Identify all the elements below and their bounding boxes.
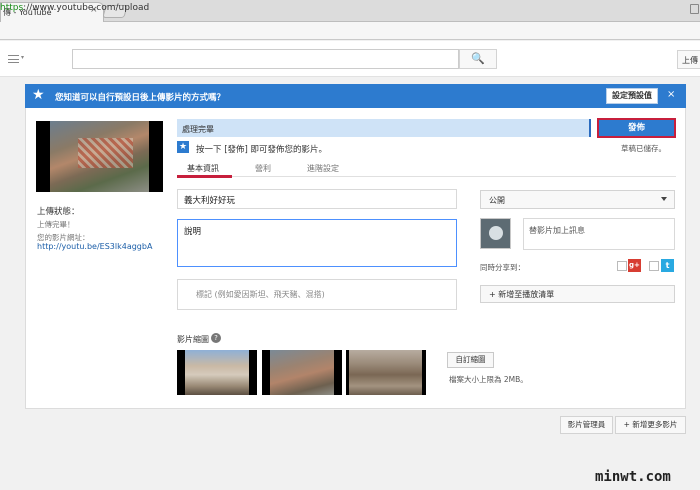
custom-thumbnail-button[interactable]: 自訂縮圖 bbox=[447, 352, 494, 368]
avatar-image bbox=[489, 226, 503, 240]
chevron-down-icon[interactable]: ▾ bbox=[21, 54, 24, 61]
search-input[interactable] bbox=[72, 49, 459, 69]
thumbnails-label: 影片縮圖 bbox=[177, 335, 209, 344]
upload-status-value: 上傳完畢！ bbox=[37, 220, 75, 229]
close-icon[interactable]: × bbox=[667, 89, 675, 100]
video-manager-button[interactable]: 影片管理員 bbox=[560, 416, 613, 434]
tip-banner: ★ 您知道可以自行預設日後上傳影片的方式嗎？ 設定預設值 × bbox=[25, 84, 686, 108]
star-icon: ★ bbox=[32, 87, 45, 103]
set-defaults-button[interactable]: 設定預設值 bbox=[606, 88, 658, 104]
google-plus-icon: g+ bbox=[628, 259, 641, 272]
search-icon: 🔍 bbox=[471, 52, 485, 65]
tags-field[interactable]: 標記 (例如愛因斯坦、飛天豬、混搭) bbox=[177, 279, 457, 310]
processing-bar bbox=[177, 119, 591, 137]
add-more-videos-button[interactable]: + 新增更多影片 bbox=[615, 416, 686, 434]
tab-advanced-settings[interactable]: 進階設定 bbox=[307, 163, 339, 174]
tab-basic-info[interactable]: 基本資訊 bbox=[187, 163, 219, 174]
max-file-size-note: 檔案大小上限為 2MB。 bbox=[449, 375, 528, 384]
active-tab-indicator bbox=[177, 175, 232, 178]
share-twitter-checkbox[interactable] bbox=[649, 261, 659, 271]
description-field[interactable]: 說明 bbox=[177, 219, 457, 267]
address-bar[interactable] bbox=[0, 22, 700, 40]
hamburger-menu-icon[interactable] bbox=[8, 55, 19, 63]
tip-banner-text: 您知道可以自行預設日後上傳影片的方式嗎？ bbox=[55, 93, 226, 103]
twitter-icon: t bbox=[661, 259, 674, 272]
share-message-field[interactable]: 替影片加上訊息 bbox=[523, 218, 675, 250]
thumbnail-image-2 bbox=[270, 350, 334, 395]
video-url-link[interactable]: http://youtu.be/ES3lk4aggbA bbox=[37, 242, 152, 251]
video-preview-rooftops bbox=[78, 138, 133, 168]
url-path: ://www.youtube.com/upload bbox=[23, 3, 150, 13]
draft-saved-status: 草稿已儲存。 bbox=[621, 144, 666, 153]
thumbnail-image-3 bbox=[349, 350, 422, 395]
star-icon: ★ bbox=[177, 141, 189, 153]
tab-monetization[interactable]: 營利 bbox=[255, 163, 271, 174]
tabs-divider bbox=[177, 176, 676, 177]
upload-button[interactable]: 上傳 bbox=[677, 50, 700, 69]
search-button[interactable]: 🔍 bbox=[459, 49, 497, 69]
share-gplus-checkbox[interactable] bbox=[617, 261, 627, 271]
title-field[interactable]: 義大利好好玩 bbox=[177, 189, 457, 209]
page-icon[interactable] bbox=[690, 4, 699, 14]
add-to-playlist-button[interactable]: + 新增至播放清單 bbox=[480, 285, 675, 303]
chevron-down-icon bbox=[661, 197, 667, 201]
thumbnail-image-1 bbox=[185, 350, 249, 395]
publish-button[interactable]: 發佈 bbox=[597, 118, 676, 138]
address-url[interactable]: https://www.youtube.com/upload bbox=[0, 3, 149, 13]
site-watermark: minwt.com bbox=[595, 469, 671, 485]
url-protocol: https bbox=[0, 3, 24, 13]
share-label: 同時分享到： bbox=[480, 263, 525, 272]
processing-status: 處理完畢 bbox=[182, 125, 214, 134]
help-icon[interactable]: ? bbox=[211, 333, 221, 343]
privacy-select[interactable]: 公開 bbox=[480, 190, 675, 209]
upload-status-label: 上傳狀態： bbox=[37, 207, 80, 217]
publish-hint: 按一下 [發佈] 即可發佈您的影片。 bbox=[196, 145, 328, 155]
